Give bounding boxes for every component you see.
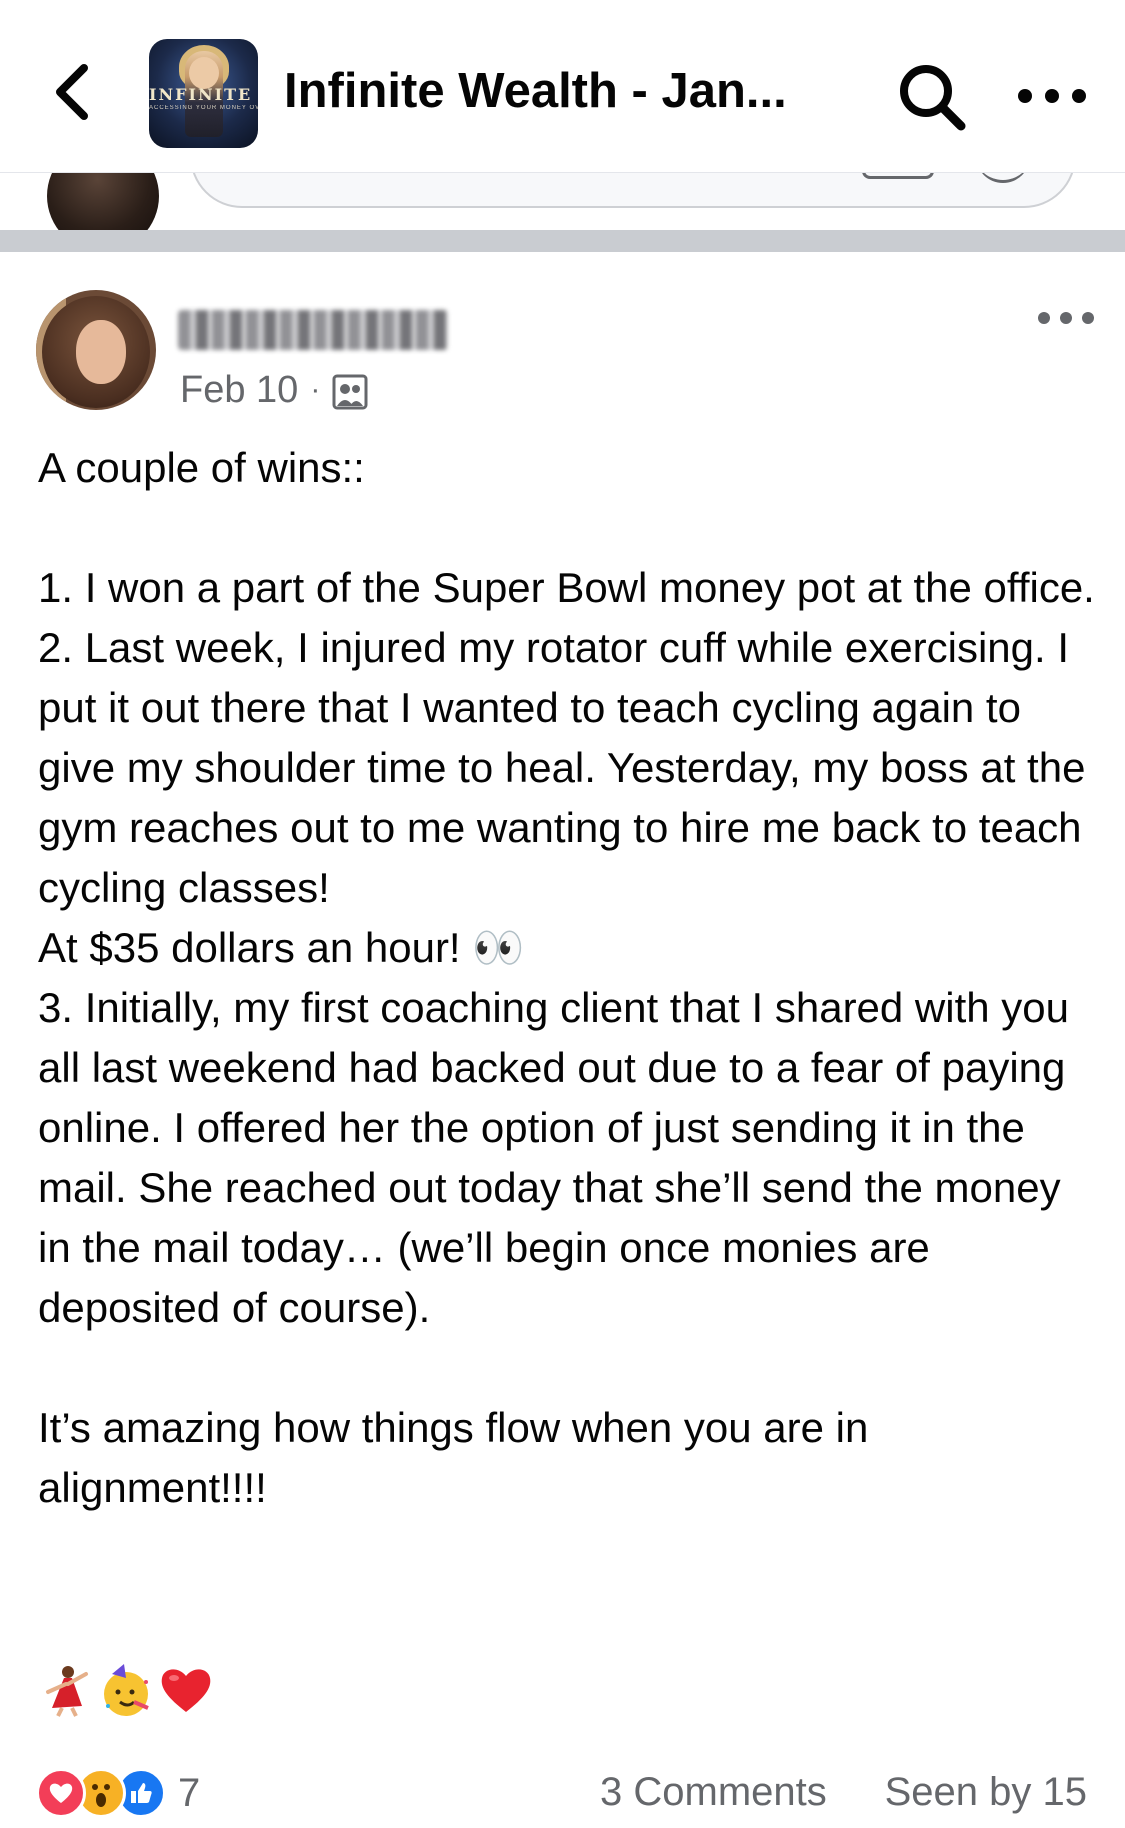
love-reaction-icon: [36, 1768, 86, 1818]
post-footer: 7 3 Comments Seen by 15: [0, 1760, 1125, 1820]
party-face-icon: [104, 1664, 149, 1716]
post-text: A couple of wins:: 1. I won a part of th…: [38, 438, 1098, 1518]
more-horizontal-icon: [1038, 312, 1094, 324]
post-paragraph: 3. Initially, my first coaching client t…: [38, 984, 1070, 1331]
comments-link[interactable]: 3 Comments: [600, 1770, 827, 1815]
reaction-count: 7: [178, 1770, 201, 1815]
thumbnail-logo-text: INFINITE WEALTH: [149, 85, 258, 104]
group-cover-thumbnail[interactable]: INFINITE WEALTH ACCESSING YOUR MONEY OVE…: [149, 39, 258, 148]
author-name-blurred[interactable]: [178, 310, 448, 350]
dancer-icon: [46, 1666, 88, 1717]
group-members-icon: [332, 374, 368, 410]
post-emoji-line: [38, 1660, 214, 1720]
post-paragraph-text: 1. I won a part of the Super Bowl money …: [38, 564, 1095, 971]
post-paragraph: It’s amazing how things flow when you ar…: [38, 1404, 869, 1511]
post-date[interactable]: Feb 10: [180, 369, 298, 412]
post-paragraph: A couple of wins::: [38, 444, 365, 491]
top-nav-bar: INFINITE WEALTH ACCESSING YOUR MONEY OVE…: [0, 0, 1125, 173]
meta-separator: ·: [310, 373, 321, 406]
chevron-left-icon: [56, 64, 88, 120]
author-avatar[interactable]: [36, 290, 156, 410]
post-meta: Feb 10 ·: [180, 365, 368, 415]
thumbnail-tagline: ACCESSING YOUR MONEY OVERFLOW: [149, 105, 258, 111]
eyes-emoji: 👀: [472, 923, 525, 972]
search-button[interactable]: [895, 60, 969, 134]
post-options-button[interactable]: [1035, 300, 1097, 336]
more-horizontal-icon: [1018, 89, 1086, 103]
seen-by-link[interactable]: Seen by 15: [885, 1770, 1087, 1815]
post-paragraph: 1. I won a part of the Super Bowl money …: [38, 558, 1098, 978]
search-icon: [900, 65, 966, 131]
feed-divider: [0, 230, 1125, 252]
group-title[interactable]: Infinite Wealth - Jan...: [284, 58, 824, 124]
back-button[interactable]: [40, 52, 104, 132]
reactions-summary[interactable]: 7: [36, 1768, 200, 1818]
red-heart-icon: [161, 1669, 211, 1712]
group-options-button[interactable]: [1015, 70, 1089, 122]
